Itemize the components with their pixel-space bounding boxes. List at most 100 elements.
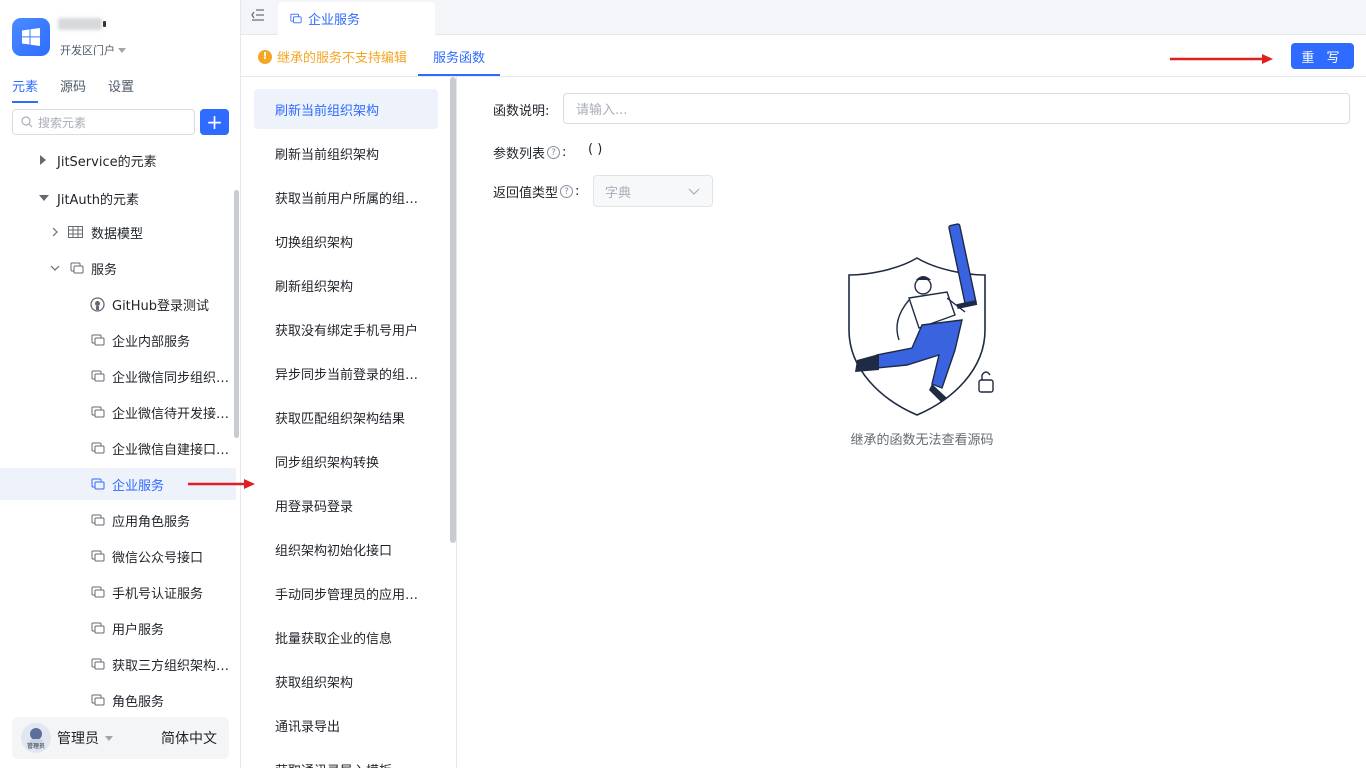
tree-node-label: 手机号认证服务 — [112, 586, 204, 602]
caret-right-icon — [40, 155, 46, 165]
service-icon — [91, 478, 105, 490]
params-label-row: 参数列表 ? : — [493, 143, 566, 162]
annotation-arrow-icon — [1170, 54, 1273, 64]
tree-node-label: 角色服务 — [112, 694, 165, 710]
tree-node-github-login[interactable]: GitHub登录测试 — [0, 288, 236, 320]
rewrite-button[interactable]: 重 写 — [1291, 43, 1354, 69]
avatar[interactable]: 管理员 — [21, 723, 51, 753]
function-list-scrollbar[interactable] — [450, 77, 456, 543]
service-icon — [91, 406, 105, 418]
tab-label: 企业服务 — [308, 13, 361, 28]
function-item[interactable]: 获取没有绑定手机号用户 — [254, 309, 438, 349]
tree-node-service[interactable]: 用户服务 — [0, 612, 236, 644]
tab-enterprise-service[interactable]: 企业服务 — [278, 2, 435, 35]
tree-node-label: 企业服务 — [112, 478, 165, 494]
function-item[interactable]: 切换组织架构 — [254, 221, 438, 261]
params-label: 参数列表 — [493, 147, 546, 162]
portal-label: 开发区门户 — [60, 44, 115, 57]
tab-source[interactable]: 源码 — [60, 76, 86, 100]
function-item[interactable]: 获取匹配组织架构结果 — [254, 397, 438, 437]
user-bar: 管理员 管理员 简体中文 — [12, 717, 229, 759]
search-input[interactable]: 搜索元素 — [12, 109, 195, 135]
function-item[interactable]: 刷新当前组织架构 — [254, 133, 438, 173]
tab-settings[interactable]: 设置 — [108, 76, 134, 100]
tree-node-service[interactable]: 企业微信待开发接… — [0, 396, 236, 428]
description-input[interactable]: 请输入... — [563, 93, 1350, 124]
function-list: 刷新当前组织架构 刷新当前组织架构 获取当前用户所属的组… 切换组织架构 刷新组… — [242, 77, 457, 768]
app-logo[interactable] — [12, 18, 50, 56]
function-item[interactable]: 获取组织架构 — [254, 661, 438, 701]
description-placeholder: 请输入... — [576, 103, 628, 118]
params-value: ( ) — [588, 142, 603, 157]
add-element-button[interactable]: + — [200, 109, 229, 135]
tree-node-label: 企业内部服务 — [112, 334, 191, 350]
tree-node-service[interactable]: 企业微信同步组织… — [0, 360, 236, 392]
tree-node-label: 用户服务 — [112, 622, 165, 638]
service-icon — [91, 370, 105, 382]
tab-service-functions[interactable]: 服务函数 — [418, 35, 501, 76]
inherited-warning: ! 继承的服务不支持编辑 — [258, 47, 407, 66]
service-icon — [91, 586, 105, 598]
function-item[interactable]: 获取当前用户所属的组… — [254, 177, 438, 217]
tree-node-service[interactable]: 获取三方组织架构… — [0, 648, 236, 680]
function-item[interactable]: 用登录码登录 — [254, 485, 438, 525]
tree-node-label: JitAuth的元素 — [57, 192, 140, 208]
tree-node-data-model[interactable]: 数据模型 — [0, 216, 236, 248]
function-item[interactable]: 刷新组织架构 — [254, 265, 438, 305]
warning-text: 继承的服务不支持编辑 — [277, 51, 408, 66]
chevron-down-icon — [50, 265, 60, 271]
return-type-select[interactable]: 字典 — [593, 175, 713, 207]
sidebar-scrollbar[interactable] — [234, 190, 239, 438]
warning-icon: ! — [258, 49, 272, 64]
service-icon — [91, 550, 105, 562]
function-item[interactable]: 获取通讯录导入模板 — [254, 749, 438, 768]
return-type-value: 字典 — [605, 185, 632, 201]
service-icon — [91, 694, 105, 706]
tree-node-service[interactable]: 应用角色服务 — [0, 504, 236, 536]
caret-down-icon[interactable] — [105, 735, 113, 741]
tree-node-service[interactable]: 角色服务 — [0, 684, 236, 716]
help-icon[interactable]: ? — [560, 185, 574, 198]
function-item[interactable]: 批量获取企业的信息 — [254, 617, 438, 657]
table-icon — [68, 226, 83, 238]
chevron-right-icon — [52, 227, 58, 237]
tree-node-jitservice[interactable]: JitService的元素 — [0, 144, 236, 176]
service-icon — [91, 442, 105, 454]
service-icon — [91, 334, 105, 346]
windows-icon — [22, 28, 40, 46]
tree-node-service[interactable]: 微信公众号接口 — [0, 540, 236, 572]
tree-node-services[interactable]: 服务 — [0, 252, 236, 284]
function-item[interactable]: 同步组织架构转换 — [254, 441, 438, 481]
function-item[interactable]: 异步同步当前登录的组… — [254, 353, 438, 393]
tree-node-jitauth[interactable]: JitAuth的元素 — [0, 182, 236, 214]
function-item[interactable]: 手动同步管理员的应用… — [254, 573, 438, 613]
tree-node-label: 企业微信待开发接… — [112, 406, 230, 422]
caret-down-icon — [118, 47, 126, 53]
function-item[interactable]: 刷新当前组织架构 — [254, 89, 438, 129]
tree-node-label: 获取三方组织架构… — [112, 658, 230, 674]
help-icon[interactable]: ? — [547, 146, 561, 159]
language-switcher[interactable]: 简体中文 — [161, 728, 217, 748]
collapse-sidebar-icon[interactable] — [251, 9, 265, 21]
user-name[interactable]: 管理员 — [57, 728, 99, 748]
annotation-arrow-icon — [188, 479, 255, 489]
tree-node-label: 数据模型 — [91, 226, 144, 242]
tree-node-service[interactable]: 手机号认证服务 — [0, 576, 236, 608]
tree-node-label: GitHub登录测试 — [112, 298, 210, 314]
page-tab-bar: 企业服务 — [241, 0, 1366, 35]
tree-node-label: 企业微信自建接口… — [112, 442, 230, 458]
github-icon — [90, 296, 105, 312]
tree-node-label: JitService的元素 — [57, 154, 157, 170]
tab-elements[interactable]: 元素 — [12, 76, 39, 103]
tree-node-service[interactable]: 企业内部服务 — [0, 324, 236, 356]
empty-state-text: 继承的函数无法查看源码 — [850, 433, 994, 448]
function-item[interactable]: 组织架构初始化接口 — [254, 529, 438, 569]
app-name-mark — [103, 21, 106, 27]
function-item[interactable]: 通讯录导出 — [254, 705, 438, 745]
avatar-label: 管理员 — [26, 743, 45, 750]
tree-node-service[interactable]: 企业微信自建接口… — [0, 432, 236, 464]
tree-node-label: 企业微信同步组织… — [112, 370, 230, 386]
service-icon — [91, 658, 105, 670]
portal-switcher[interactable]: 开发区门户 — [60, 42, 126, 58]
service-subtabs: ! 继承的服务不支持编辑 服务函数 重 写 — [241, 35, 1366, 77]
